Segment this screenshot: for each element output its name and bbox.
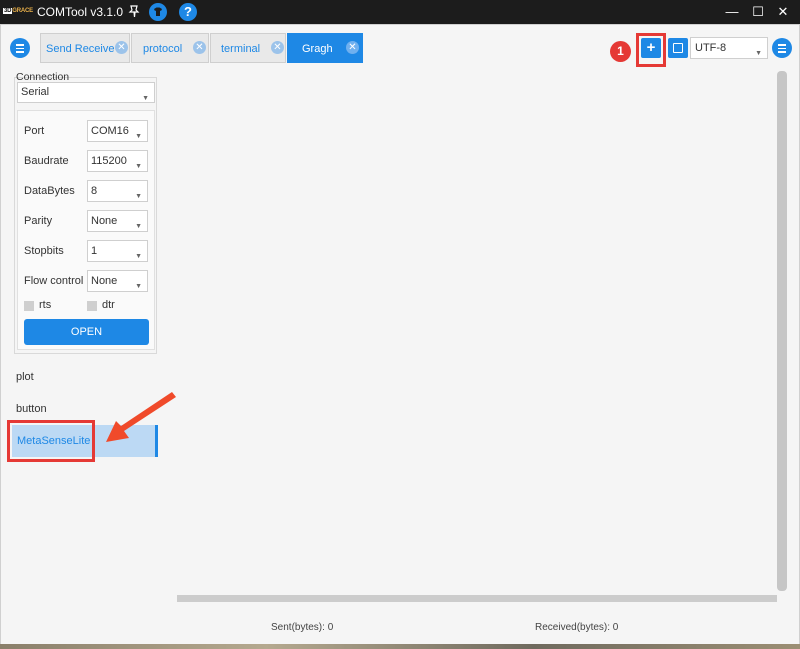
help-icon[interactable]: ? xyxy=(179,3,197,21)
tab-protocol[interactable]: protocol ✕ xyxy=(131,33,209,63)
chevron-down-icon: ▼ xyxy=(135,133,142,140)
tab-close-icon[interactable]: ✕ xyxy=(271,41,284,54)
parity-value: None xyxy=(91,215,118,227)
port-select[interactable]: COM16 ▼ xyxy=(87,120,148,142)
encoding-value: UTF-8 xyxy=(695,42,727,54)
tab-close-icon[interactable]: ✕ xyxy=(115,41,128,54)
maximize-button[interactable]: ☐ xyxy=(748,2,768,22)
annotation-highlight-box xyxy=(636,33,666,67)
tab-label: protocol xyxy=(143,43,183,55)
plugin-item-plot[interactable]: plot xyxy=(16,371,34,383)
encoding-icon[interactable] xyxy=(668,38,688,58)
chevron-down-icon: ▼ xyxy=(142,95,149,102)
connection-type-select[interactable]: Serial ▼ xyxy=(17,82,155,103)
tab-gragh[interactable]: Gragh ✕ xyxy=(287,33,363,63)
databytes-label: DataBytes xyxy=(24,185,75,197)
app-logo: 3DGRACE xyxy=(3,6,33,16)
tab-close-icon[interactable]: ✕ xyxy=(193,41,206,54)
annotation-arrow-icon xyxy=(106,392,176,442)
chevron-down-icon: ▼ xyxy=(135,283,142,290)
annotation-highlight-box xyxy=(7,420,95,462)
logo-text-b: GRACE xyxy=(12,8,33,14)
minimize-button[interactable]: — xyxy=(722,2,742,22)
rts-checkbox[interactable] xyxy=(24,301,34,311)
rts-label: rts xyxy=(39,299,52,311)
annotation-badge: 1 xyxy=(610,41,631,62)
right-menu-button[interactable] xyxy=(772,38,792,58)
dtr-label: dtr xyxy=(102,299,115,311)
tab-label: Send Receive xyxy=(46,43,115,55)
vertical-scrollbar[interactable] xyxy=(777,71,787,591)
parity-label: Parity xyxy=(24,215,53,227)
horizontal-scrollbar[interactable] xyxy=(177,595,777,602)
app-title: COMTool v3.1.0 xyxy=(37,5,124,19)
open-button[interactable]: OPEN xyxy=(24,319,149,345)
title-bar: 3DGRACE COMTool v3.1.0 ? — ☐ ✕ xyxy=(0,0,800,24)
flow-control-select[interactable]: None ▼ xyxy=(87,270,148,292)
parity-select[interactable]: None ▼ xyxy=(87,210,148,232)
baudrate-value: 115200 xyxy=(91,155,127,167)
logo-text-a: 3D xyxy=(3,8,13,14)
tab-label: Gragh xyxy=(302,43,333,55)
main-window: Send Receive ✕ protocol ✕ terminal ✕ Gra… xyxy=(0,24,800,649)
databytes-select[interactable]: 8 ▼ xyxy=(87,180,148,202)
dtr-checkbox[interactable] xyxy=(87,301,97,311)
port-label: Port xyxy=(24,125,45,137)
port-value: COM16 xyxy=(91,125,129,137)
left-menu-button[interactable] xyxy=(10,38,30,58)
tab-terminal[interactable]: terminal ✕ xyxy=(210,33,286,63)
chevron-down-icon: ▼ xyxy=(755,50,762,57)
encoding-select[interactable]: UTF-8 ▼ xyxy=(690,37,768,59)
plugin-item-button[interactable]: button xyxy=(16,403,47,415)
sent-bytes-status: Sent(bytes): 0 xyxy=(271,622,334,633)
flow-control-label: Flow control xyxy=(24,275,84,287)
chevron-down-icon: ▼ xyxy=(135,193,142,200)
connection-type-value: Serial xyxy=(21,86,50,98)
tab-label: terminal xyxy=(221,43,261,55)
chevron-down-icon: ▼ xyxy=(135,253,142,260)
flow-control-value: None xyxy=(91,275,118,287)
close-window-button[interactable]: ✕ xyxy=(773,2,793,22)
plugin-content-area xyxy=(177,69,779,597)
databytes-value: 8 xyxy=(91,185,98,197)
chevron-down-icon: ▼ xyxy=(135,223,142,230)
stopbits-label: Stopbits xyxy=(24,245,64,257)
baudrate-label: Baudrate xyxy=(24,155,69,167)
chevron-down-icon: ▼ xyxy=(135,163,142,170)
tab-send-receive[interactable]: Send Receive ✕ xyxy=(40,33,130,63)
tab-close-icon[interactable]: ✕ xyxy=(346,41,359,54)
pin-icon[interactable] xyxy=(125,3,143,21)
received-bytes-status: Received(bytes): 0 xyxy=(535,622,619,633)
baudrate-select[interactable]: 115200 ▼ xyxy=(87,150,148,172)
shirt-icon[interactable] xyxy=(149,3,167,21)
stopbits-select[interactable]: 1 ▼ xyxy=(87,240,148,262)
stopbits-value: 1 xyxy=(91,245,98,257)
background-strip xyxy=(0,644,800,649)
